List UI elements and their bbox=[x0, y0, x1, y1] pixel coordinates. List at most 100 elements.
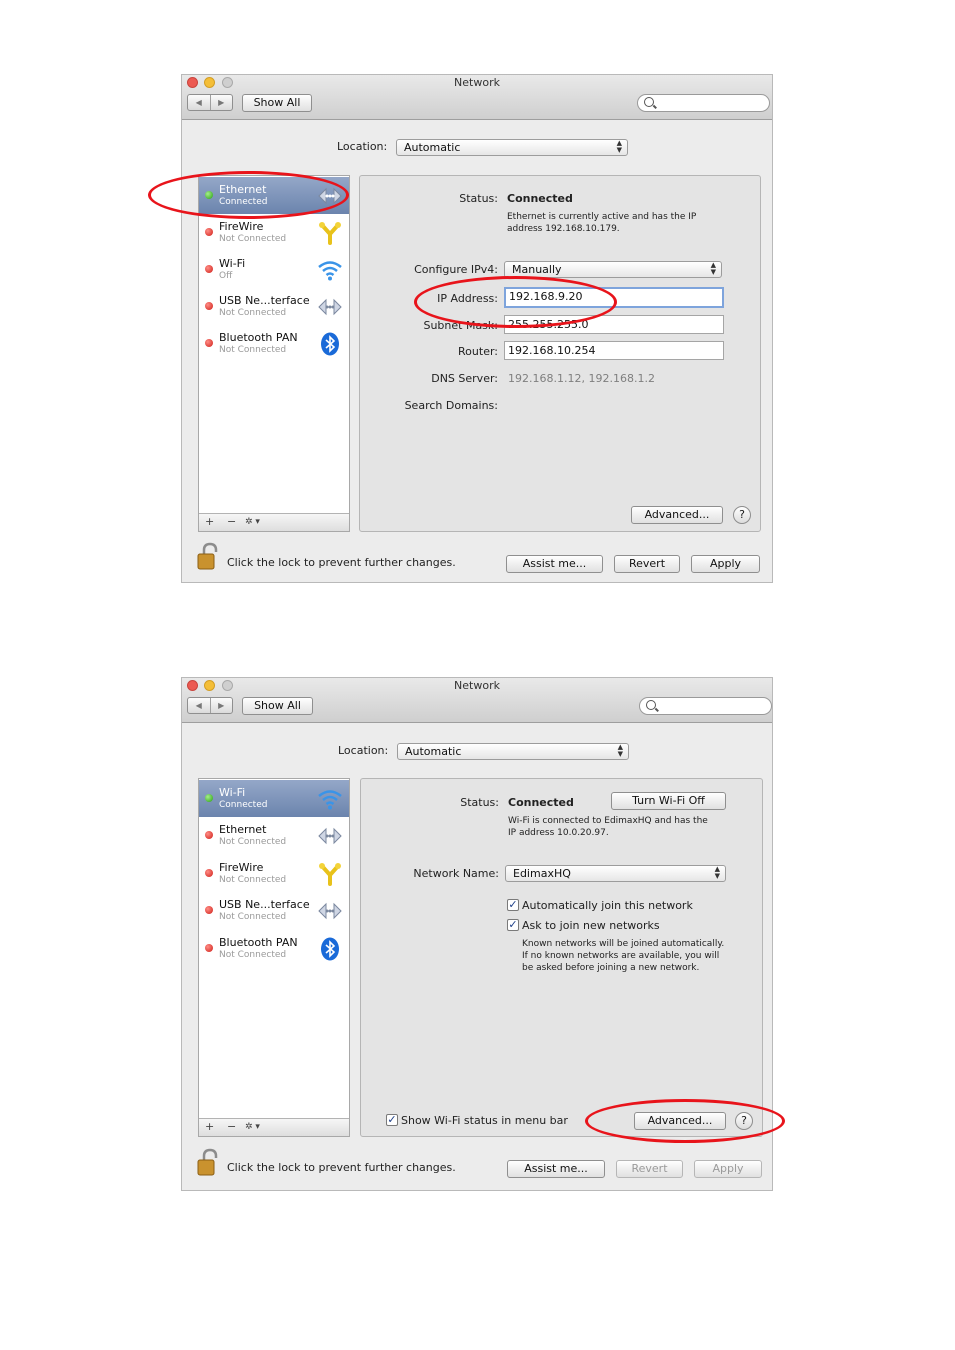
service-name: Wi-Fi bbox=[219, 786, 246, 799]
window-title: Network bbox=[454, 76, 500, 89]
gear-icon[interactable]: ✲ ▾ bbox=[245, 1122, 260, 1132]
gear-icon[interactable]: ✲ ▾ bbox=[245, 517, 260, 527]
service-item-wifi[interactable]: Wi-Fi Connected bbox=[199, 780, 349, 817]
show-all-button[interactable]: Show All bbox=[242, 697, 313, 715]
service-name: Bluetooth PAN bbox=[219, 331, 298, 344]
service-item-usb[interactable]: USB Ne...terface Not Connected bbox=[199, 892, 349, 929]
location-value: Automatic bbox=[404, 141, 461, 154]
service-item-usb[interactable]: USB Ne...terface Not Connected bbox=[199, 288, 349, 325]
assist-me-button[interactable]: Assist me... bbox=[506, 555, 603, 573]
service-list: Ethernet Connected FireWire Not Connecte… bbox=[198, 175, 350, 532]
network-window-1: Network ◀ ▶ Show All Location: Automatic… bbox=[181, 74, 773, 583]
service-item-ethernet[interactable]: Ethernet Not Connected bbox=[199, 817, 349, 854]
search-field[interactable] bbox=[639, 697, 772, 715]
show-all-button[interactable]: Show All bbox=[242, 94, 312, 112]
lock-message: Click the lock to prevent further change… bbox=[227, 556, 456, 569]
show-wifi-status-checkbox[interactable]: ✓ bbox=[386, 1114, 398, 1126]
firewire-icon bbox=[319, 863, 341, 886]
add-service-button[interactable]: + bbox=[205, 515, 214, 528]
network-name-popup[interactable]: EdimaxHQ ▲ ▼ bbox=[505, 865, 726, 882]
router-label: Router: bbox=[458, 345, 498, 358]
network-name-value: EdimaxHQ bbox=[513, 867, 571, 880]
configure-ipv4-value: Manually bbox=[512, 263, 562, 276]
service-item-bluetooth[interactable]: Bluetooth PAN Not Connected bbox=[199, 930, 349, 967]
revert-button[interactable]: Revert bbox=[614, 555, 680, 573]
location-label: Location: bbox=[337, 140, 388, 153]
ask-join-label: Ask to join new networks bbox=[522, 919, 660, 932]
status-dot-icon bbox=[205, 869, 213, 877]
lock-message: Click the lock to prevent further change… bbox=[227, 1161, 456, 1174]
router-field[interactable]: 192.168.10.254 bbox=[504, 341, 724, 360]
revert-button[interactable]: Revert bbox=[616, 1160, 683, 1178]
turn-wifi-off-button[interactable]: Turn Wi-Fi Off bbox=[611, 792, 726, 810]
auto-join-checkbox[interactable]: ✓ bbox=[507, 899, 519, 911]
back-forward-buttons[interactable]: ◀ ▶ bbox=[187, 94, 233, 111]
service-item-firewire[interactable]: FireWire Not Connected bbox=[199, 214, 349, 251]
status-label: Status: bbox=[459, 192, 498, 205]
location-popup[interactable]: Automatic ▲ ▼ bbox=[396, 139, 628, 156]
service-status: Not Connected bbox=[219, 308, 287, 318]
service-item-wifi[interactable]: Wi-Fi Off bbox=[199, 251, 349, 288]
service-list-controls: + − ✲ ▾ bbox=[199, 1118, 349, 1136]
detail-pane: Status: Connected Ethernet is currently … bbox=[359, 175, 761, 532]
back-forward-buttons[interactable]: ◀ ▶ bbox=[187, 697, 233, 714]
service-item-bluetooth[interactable]: Bluetooth PAN Not Connected bbox=[199, 325, 349, 362]
configure-ipv4-label: Configure IPv4: bbox=[414, 263, 498, 276]
status-description-line2: address 192.168.10.179. bbox=[507, 224, 620, 234]
service-status: Off bbox=[219, 271, 233, 281]
popup-arrows-icon: ▲ ▼ bbox=[616, 139, 622, 154]
padlock-icon[interactable] bbox=[195, 542, 221, 572]
advanced-button[interactable]: Advanced... bbox=[631, 506, 723, 524]
service-name: Wi-Fi bbox=[219, 257, 246, 270]
bluetooth-icon bbox=[321, 937, 339, 961]
service-name: FireWire bbox=[219, 220, 264, 233]
auto-join-label: Automatically join this network bbox=[522, 899, 693, 912]
configure-ipv4-popup[interactable]: Manually ▲ ▼ bbox=[504, 261, 722, 278]
status-dot-icon bbox=[205, 944, 213, 952]
service-status: Not Connected bbox=[219, 912, 287, 922]
highlight-advanced-oval bbox=[585, 1099, 785, 1143]
service-name: USB Ne...terface bbox=[219, 898, 310, 911]
location-popup[interactable]: Automatic ▲ ▼ bbox=[397, 743, 629, 760]
status-dot-icon bbox=[205, 831, 213, 839]
status-value: Connected bbox=[508, 796, 574, 809]
help-button[interactable]: ? bbox=[733, 506, 751, 524]
ask-join-checkbox[interactable]: ✓ bbox=[507, 919, 519, 931]
add-service-button[interactable]: + bbox=[205, 1120, 214, 1133]
location-label: Location: bbox=[338, 744, 389, 757]
search-icon bbox=[646, 700, 656, 710]
ethernet-arrows-icon bbox=[318, 827, 342, 845]
back-arrow-icon[interactable]: ◀ bbox=[188, 698, 211, 713]
service-list: Wi-Fi Connected Ethernet Not Connected F… bbox=[198, 778, 350, 1137]
remove-service-button[interactable]: − bbox=[227, 515, 236, 528]
search-domains-label: Search Domains: bbox=[404, 399, 498, 412]
usb-arrows-icon bbox=[318, 902, 342, 920]
service-status: Not Connected bbox=[219, 345, 287, 355]
show-wifi-status-label: Show Wi-Fi status in menu bar bbox=[401, 1114, 568, 1127]
highlight-ip-address-oval bbox=[414, 276, 617, 328]
apply-button[interactable]: Apply bbox=[691, 555, 760, 573]
forward-arrow-icon[interactable]: ▶ bbox=[211, 698, 233, 713]
highlight-ethernet-oval bbox=[148, 171, 349, 219]
forward-arrow-icon[interactable]: ▶ bbox=[211, 95, 233, 110]
apply-button[interactable]: Apply bbox=[694, 1160, 762, 1178]
padlock-icon[interactable] bbox=[195, 1148, 221, 1178]
remove-service-button[interactable]: − bbox=[227, 1120, 236, 1133]
search-field[interactable] bbox=[637, 94, 770, 112]
firewire-icon bbox=[319, 222, 341, 245]
service-name: USB Ne...terface bbox=[219, 294, 310, 307]
service-status: Not Connected bbox=[219, 875, 287, 885]
info-line2: If no known networks are available, you … bbox=[522, 951, 720, 961]
popup-arrows-icon: ▲ ▼ bbox=[710, 261, 716, 276]
service-status: Connected bbox=[219, 800, 268, 810]
info-line1: Known networks will be joined automatica… bbox=[522, 939, 725, 949]
service-name: FireWire bbox=[219, 861, 264, 874]
wifi-signal-icon bbox=[318, 261, 342, 281]
service-item-firewire[interactable]: FireWire Not Connected bbox=[199, 855, 349, 892]
service-status: Not Connected bbox=[219, 837, 287, 847]
status-dot-icon bbox=[205, 906, 213, 914]
location-value: Automatic bbox=[405, 745, 462, 758]
status-value: Connected bbox=[507, 192, 573, 205]
back-arrow-icon[interactable]: ◀ bbox=[188, 95, 211, 110]
assist-me-button[interactable]: Assist me... bbox=[507, 1160, 605, 1178]
